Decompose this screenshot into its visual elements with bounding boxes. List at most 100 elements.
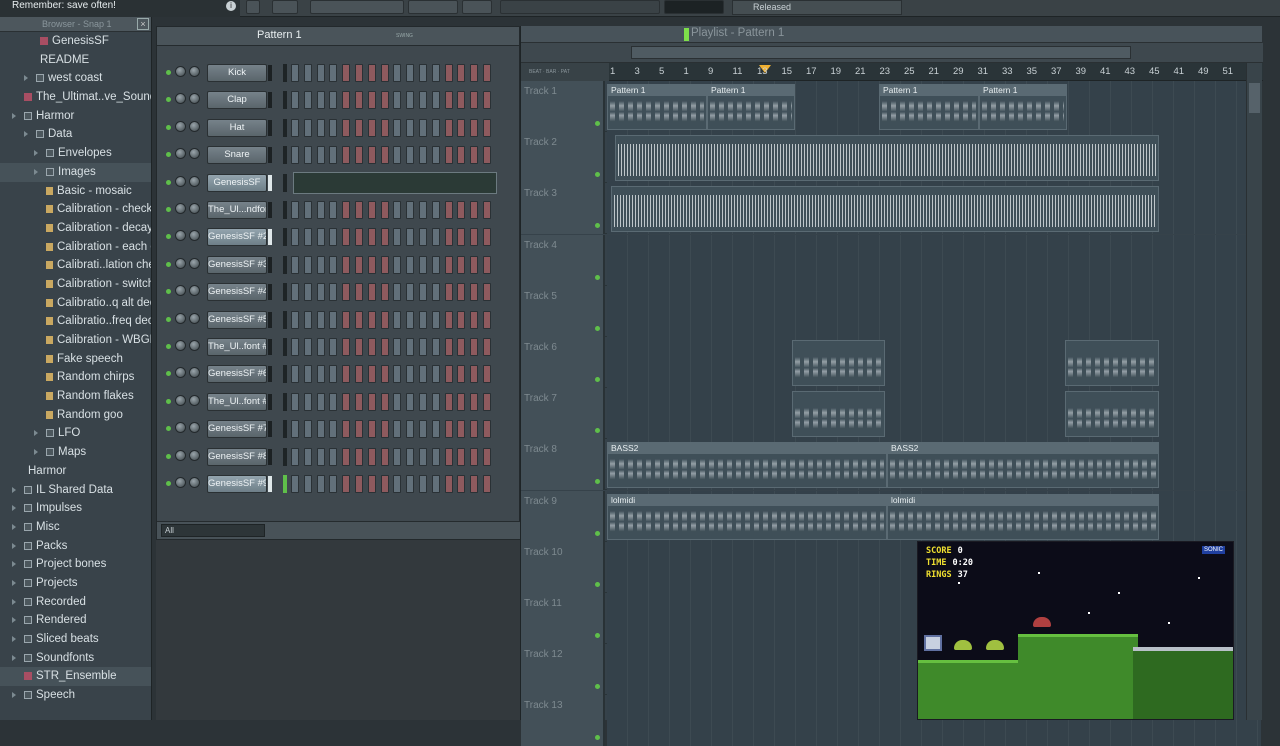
step-button[interactable]	[470, 392, 479, 411]
expand-icon[interactable]	[12, 636, 16, 642]
expand-icon[interactable]	[34, 150, 38, 157]
step-button[interactable]	[393, 146, 402, 165]
step-button[interactable]	[419, 392, 427, 411]
browser-item[interactable]: Random flakes	[0, 387, 151, 406]
track-header[interactable]: Track 6	[521, 337, 605, 388]
volume-knob[interactable]	[189, 449, 200, 461]
expand-icon[interactable]	[24, 131, 28, 138]
step-button[interactable]	[316, 91, 325, 110]
pattern-clip[interactable]	[792, 391, 885, 438]
step-button[interactable]	[393, 201, 402, 219]
step-button[interactable]	[380, 310, 389, 329]
step-button[interactable]	[367, 91, 376, 110]
browser-item[interactable]: LFO	[0, 424, 151, 443]
mixer-track-indicator[interactable]	[283, 146, 287, 165]
channel-led[interactable]	[166, 398, 171, 404]
volume-knob[interactable]	[189, 394, 200, 406]
browser-item[interactable]: Calibration - WBGBW	[0, 331, 151, 350]
step-button[interactable]	[355, 392, 363, 411]
step-button[interactable]	[291, 118, 299, 137]
browser-item[interactable]: Calibration - checker	[0, 200, 151, 219]
pattern-clip[interactable]: Pattern 1	[607, 84, 707, 130]
track-lane[interactable]: Pattern 1 Pattern 1 Pattern 1 Pattern 1	[607, 81, 1261, 132]
channel-select-bar[interactable]	[268, 311, 272, 328]
track-header[interactable]: Track 12	[521, 644, 605, 696]
browser-item[interactable]: Fake speech	[0, 350, 151, 369]
channel-led[interactable]	[166, 426, 171, 432]
step-button[interactable]	[419, 338, 427, 356]
step-button[interactable]	[431, 91, 440, 110]
channel-led[interactable]	[166, 97, 171, 103]
pattern-mode-button[interactable]	[462, 0, 492, 14]
volume-knob[interactable]	[189, 203, 200, 214]
step-button[interactable]	[483, 392, 491, 411]
pattern-clip[interactable]: BASS2	[887, 442, 1159, 489]
expand-icon[interactable]	[12, 654, 16, 661]
track-header[interactable]: Track 11	[521, 593, 605, 644]
step-button[interactable]	[329, 365, 338, 384]
pattern-clip[interactable]: Pattern 1	[879, 84, 979, 130]
horizontal-scrollbar[interactable]	[521, 43, 1263, 63]
step-button[interactable]	[291, 365, 299, 384]
channel-select-bar[interactable]	[268, 92, 272, 109]
mixer-track-indicator[interactable]	[283, 173, 287, 192]
step-button[interactable]	[470, 365, 479, 384]
channel-led[interactable]	[166, 207, 171, 212]
browser-item[interactable]: Images	[0, 162, 151, 182]
step-button[interactable]	[329, 118, 338, 137]
step-button[interactable]	[444, 64, 453, 82]
pattern-clip[interactable]: Pattern 1	[707, 84, 795, 130]
step-button[interactable]	[470, 310, 479, 329]
step-button[interactable]	[316, 201, 325, 219]
step-button[interactable]	[380, 447, 389, 466]
track-header[interactable]: Track 9	[521, 490, 605, 542]
track-lane[interactable]: lolmidi lolmidi	[607, 490, 1261, 542]
step-button[interactable]	[316, 420, 325, 439]
step-button[interactable]	[393, 64, 402, 82]
step-button[interactable]	[444, 228, 453, 247]
volume-knob[interactable]	[189, 340, 200, 351]
channel-select-bar[interactable]	[268, 256, 272, 273]
browser-item[interactable]: Harmor	[0, 462, 151, 481]
browser-item[interactable]: The_Ultimat..ve_Soundfont	[0, 88, 151, 107]
channel-select-bar[interactable]	[268, 174, 272, 191]
step-button[interactable]	[406, 118, 415, 137]
pattern-clip[interactable]: Pattern 1	[979, 84, 1067, 130]
browser-item[interactable]: Recorded	[0, 593, 151, 612]
step-button[interactable]	[329, 228, 338, 247]
step-button[interactable]	[316, 392, 325, 411]
mixer-track-indicator[interactable]	[283, 392, 287, 411]
mixer-track-indicator[interactable]	[283, 283, 287, 302]
step-button[interactable]	[431, 201, 440, 219]
step-button[interactable]	[431, 365, 440, 384]
step-button[interactable]	[457, 91, 466, 110]
browser-item[interactable]: Calibration - switch	[0, 275, 151, 294]
step-button[interactable]	[342, 338, 351, 356]
step-button[interactable]	[444, 447, 453, 466]
step-button[interactable]	[342, 64, 351, 82]
track-mute-led[interactable]	[595, 274, 600, 280]
scroll-thumb[interactable]	[1249, 83, 1260, 113]
step-button[interactable]	[406, 475, 415, 493]
expand-icon[interactable]	[34, 168, 38, 175]
step-button[interactable]	[329, 201, 338, 219]
step-button[interactable]	[342, 475, 351, 493]
track-mute-led[interactable]	[595, 479, 600, 485]
channel-button[interactable]: GenesisSF #6	[207, 365, 267, 384]
step-button[interactable]	[367, 365, 376, 384]
track-header[interactable]: Track 7	[521, 388, 605, 440]
step-button[interactable]	[303, 310, 312, 329]
browser-item[interactable]: Sliced beats	[0, 630, 151, 649]
master-volume-slider[interactable]	[272, 0, 298, 14]
step-button[interactable]	[291, 475, 299, 493]
pattern-selector[interactable]: Pattern 1	[257, 29, 302, 41]
step-button[interactable]	[303, 228, 312, 247]
pattern-clip[interactable]	[1065, 340, 1159, 386]
step-button[interactable]	[470, 420, 479, 439]
step-button[interactable]	[380, 475, 389, 493]
pan-knob[interactable]	[175, 449, 186, 461]
step-button[interactable]	[457, 365, 466, 384]
step-button[interactable]	[355, 475, 363, 493]
step-button[interactable]	[483, 475, 491, 493]
step-button[interactable]	[470, 91, 479, 110]
